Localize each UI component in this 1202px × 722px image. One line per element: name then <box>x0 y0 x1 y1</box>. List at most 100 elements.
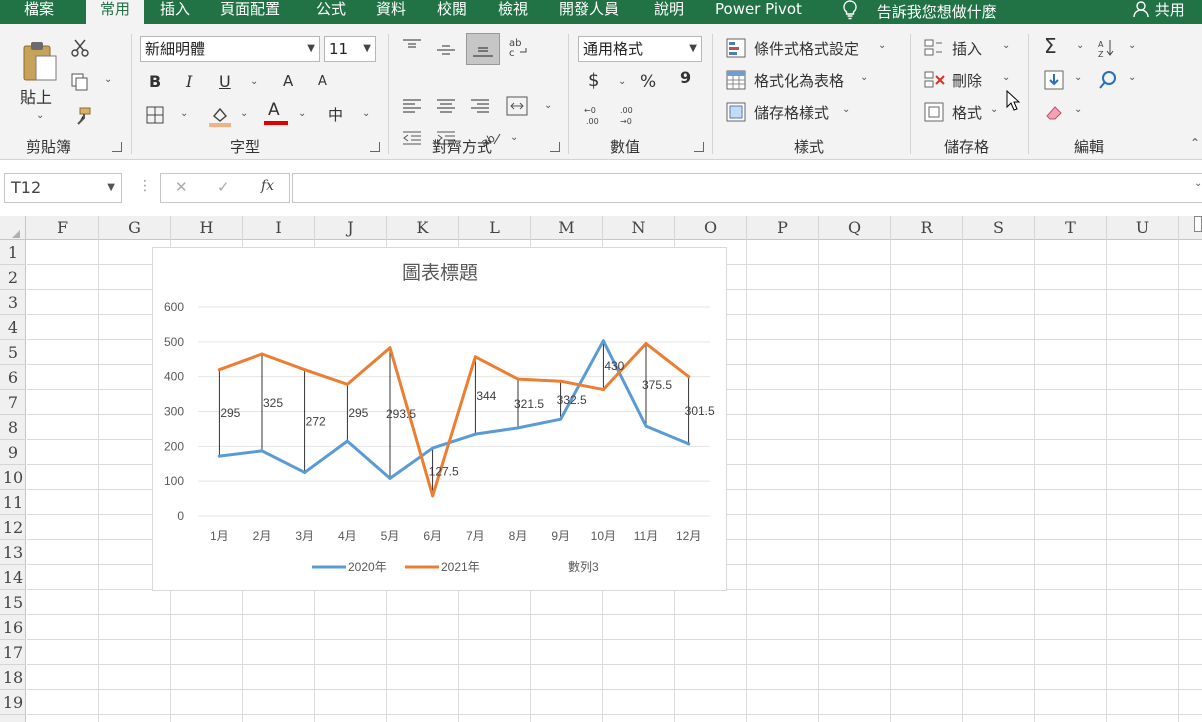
autosum-icon[interactable]: Σ <box>1044 34 1057 58</box>
italic-button[interactable]: I <box>186 72 192 91</box>
conditional-formatting-icon[interactable] <box>726 38 746 58</box>
cut-icon[interactable] <box>70 38 90 58</box>
copy-dropdown-icon[interactable]: ⌄ <box>104 74 112 85</box>
phonetic-guide-button[interactable]: 中 <box>328 104 343 125</box>
orientation-dropdown-icon[interactable]: ⌄ <box>510 132 518 143</box>
bold-button[interactable]: B <box>149 72 161 91</box>
paste-dropdown-icon[interactable]: ⌄ <box>36 110 44 121</box>
delete-cells-button[interactable]: 刪除 <box>952 70 982 91</box>
share-button[interactable]: 共用 <box>1132 0 1185 24</box>
row-header-11[interactable]: 11 <box>0 490 26 515</box>
merge-dropdown-icon[interactable]: ⌄ <box>544 100 552 111</box>
wrap-text-icon[interactable]: abc <box>508 36 530 58</box>
align-right-icon[interactable] <box>470 98 490 114</box>
borders-icon[interactable] <box>146 106 164 124</box>
cell-styles-icon[interactable] <box>726 102 746 122</box>
autosum-dropdown-icon[interactable]: ⌄ <box>1076 40 1084 51</box>
row-header-8[interactable]: 8 <box>0 415 26 440</box>
currency-dropdown-icon[interactable]: ⌄ <box>618 76 626 87</box>
font-size-select[interactable]: 11 ▼ <box>324 36 376 62</box>
paste-icon[interactable] <box>20 40 60 84</box>
insert-function-button[interactable]: fx <box>261 178 274 194</box>
cell-styles-button[interactable]: 儲存格樣式 <box>754 102 829 123</box>
row-header-19[interactable]: 19 <box>0 690 26 715</box>
column-header-H[interactable]: H <box>171 216 243 240</box>
row-header-15[interactable]: 15 <box>0 590 26 615</box>
comma-style-button[interactable]: 9 <box>680 68 691 87</box>
conditional-formatting-button[interactable]: 條件式格式設定 <box>754 38 859 59</box>
format-cells-button[interactable]: 格式 <box>952 102 982 123</box>
column-header-J[interactable]: J <box>315 216 387 240</box>
column-header-L[interactable]: L <box>459 216 531 240</box>
insert-cells-button[interactable]: 插入 <box>952 38 982 59</box>
tab-help[interactable]: 說明 <box>654 0 684 24</box>
collapse-ribbon-icon[interactable]: ⌃ <box>1190 136 1200 150</box>
insert-dropdown-icon[interactable]: ⌄ <box>1002 40 1010 51</box>
expand-formula-icon[interactable]: ⌄ <box>1194 178 1202 189</box>
shrink-font-button[interactable]: A <box>318 74 327 89</box>
underline-dropdown-icon[interactable]: ⌄ <box>250 76 258 87</box>
format-cells-icon[interactable] <box>924 102 944 122</box>
formula-input[interactable] <box>292 173 1202 203</box>
align-top-icon[interactable] <box>402 38 422 54</box>
font-name-select[interactable]: 新細明體 ▼ <box>140 36 320 62</box>
column-header-R[interactable]: R <box>891 216 963 240</box>
conditional-formatting-dropdown-icon[interactable]: ⌄ <box>878 40 886 51</box>
tell-me-search[interactable]: 告訴我您想做什麼 <box>842 0 997 24</box>
row-header-7[interactable]: 7 <box>0 390 26 415</box>
decrease-decimal-icon[interactable]: .00→0 <box>618 104 638 126</box>
clipboard-launcher-icon[interactable] <box>112 142 122 152</box>
row-header-6[interactable]: 6 <box>0 365 26 390</box>
tab-file[interactable]: 檔案 <box>24 0 54 24</box>
underline-button[interactable]: U <box>219 72 231 91</box>
column-header-S[interactable]: S <box>963 216 1035 240</box>
fill-down-icon[interactable] <box>1044 70 1064 90</box>
vertical-scrollbar-top[interactable] <box>1194 216 1202 232</box>
tab-power-pivot[interactable]: Power Pivot <box>715 0 802 24</box>
fill-dropdown-icon[interactable]: ⌄ <box>1074 72 1082 83</box>
tab-insert[interactable]: 插入 <box>160 0 190 24</box>
insert-cells-icon[interactable] <box>924 38 944 58</box>
name-box[interactable]: T12 ▼ <box>4 173 122 203</box>
column-header-I[interactable]: I <box>243 216 315 240</box>
cell-styles-dropdown-icon[interactable]: ⌄ <box>842 104 850 115</box>
borders-dropdown-icon[interactable]: ⌄ <box>180 108 188 119</box>
find-select-icon[interactable] <box>1098 70 1118 90</box>
row-header-17[interactable]: 17 <box>0 640 26 665</box>
tab-developer[interactable]: 開發人員 <box>559 0 619 24</box>
grow-font-button[interactable]: A <box>283 72 293 90</box>
paste-label[interactable]: 貼上 <box>20 84 52 108</box>
column-header-K[interactable]: K <box>387 216 459 240</box>
format-dropdown-icon[interactable]: ⌄ <box>990 104 998 115</box>
tab-formulas[interactable]: 公式 <box>316 0 346 24</box>
font-launcher-icon[interactable] <box>370 142 380 152</box>
row-header-10[interactable]: 10 <box>0 465 26 490</box>
format-as-table-button[interactable]: 格式化為表格 <box>754 70 844 91</box>
copy-icon[interactable] <box>70 72 90 92</box>
row-header-18[interactable]: 18 <box>0 665 26 690</box>
column-header-G[interactable]: G <box>99 216 171 240</box>
delete-cells-icon[interactable] <box>924 70 946 90</box>
line-chart[interactable]: 圖表標題 0 100 200 300 400 500 600 1月 2月 3月 4月 5月 6月 7月 8月 9… <box>152 247 727 591</box>
row-header-14[interactable]: 14 <box>0 565 26 590</box>
column-header-F[interactable]: F <box>27 216 99 240</box>
delete-dropdown-icon[interactable]: ⌄ <box>1002 72 1010 83</box>
increase-decimal-icon[interactable]: ←0.00 <box>584 104 604 126</box>
decrease-indent-icon[interactable] <box>402 130 422 146</box>
align-bottom-button[interactable] <box>466 33 500 65</box>
align-middle-icon[interactable] <box>436 42 456 58</box>
format-painter-icon[interactable] <box>72 106 92 126</box>
row-header-3[interactable]: 3 <box>0 290 26 315</box>
row-header-13[interactable]: 13 <box>0 540 26 565</box>
align-center-icon[interactable] <box>436 98 456 114</box>
align-left-icon[interactable] <box>402 98 422 114</box>
column-header-Q[interactable]: Q <box>819 216 891 240</box>
column-header-M[interactable]: M <box>531 216 603 240</box>
row-header-12[interactable]: 12 <box>0 515 26 540</box>
tab-page-layout[interactable]: 頁面配置 <box>220 0 280 24</box>
row-header-2[interactable]: 2 <box>0 265 26 290</box>
column-header-N[interactable]: N <box>603 216 675 240</box>
format-as-table-icon[interactable] <box>726 70 746 90</box>
number-format-select[interactable]: 通用格式 ▼ <box>578 36 702 62</box>
tab-review[interactable]: 校閱 <box>437 0 467 24</box>
